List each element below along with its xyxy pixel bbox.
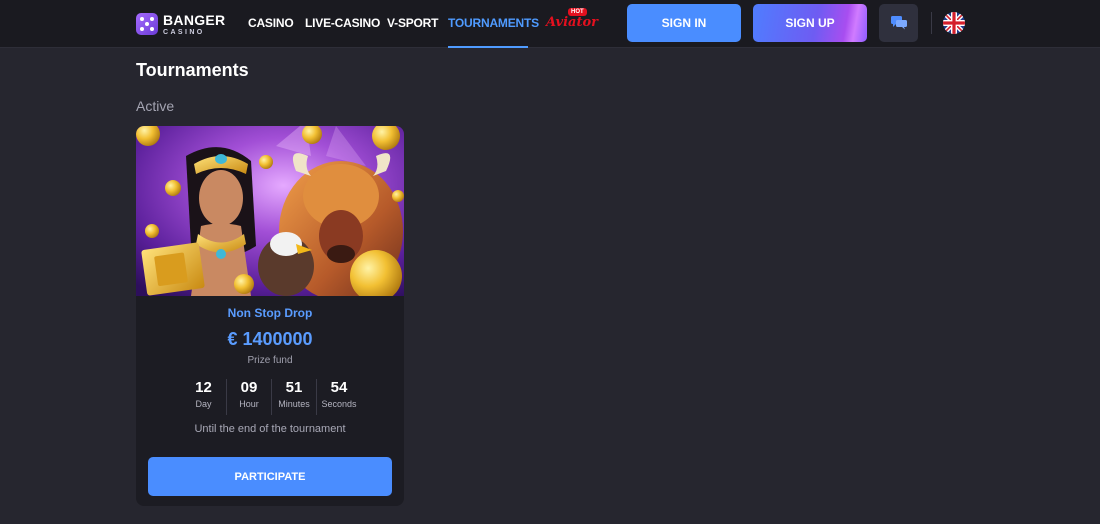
- timer-minutes-value: 51: [285, 379, 303, 396]
- brand-logo[interactable]: BANGER CASINO: [136, 12, 225, 36]
- header-divider: [931, 12, 932, 34]
- participate-button[interactable]: PARTICIPATE: [148, 457, 392, 496]
- timer-days-value: 12: [195, 379, 212, 396]
- timer-days: 12 Day: [181, 379, 226, 415]
- timer-seconds-value: 54: [330, 379, 348, 396]
- timer-hours: 09 Hour: [226, 379, 271, 415]
- timer-seconds: 54 Seconds: [316, 379, 361, 415]
- dice-icon: [136, 13, 158, 35]
- nav-tournaments[interactable]: TOURNAMENTS: [448, 16, 539, 30]
- brand-sub: CASINO: [163, 28, 205, 36]
- uk-flag-icon: [943, 12, 965, 34]
- nav-live-casino[interactable]: LIVE-CASINO: [305, 16, 380, 30]
- tournament-card: Non Stop Drop € 1400000 Prize fund 12 Da…: [136, 126, 404, 506]
- hot-badge: HOT: [568, 8, 587, 16]
- language-selector[interactable]: [943, 12, 965, 34]
- chat-icon: [890, 16, 907, 30]
- sign-up-button[interactable]: SIGN UP: [753, 4, 867, 42]
- prize-fund-label: Prize fund: [247, 355, 293, 366]
- timer-minutes: 51 Minutes: [271, 379, 316, 415]
- countdown-timer: 12 Day 09 Hour 51 Minutes 54 Seconds: [181, 379, 361, 415]
- active-nav-indicator: [448, 46, 528, 48]
- brand-name: BANGER: [163, 11, 226, 28]
- timer-days-label: Day: [195, 399, 212, 409]
- nav-v-sport[interactable]: V-SPORT: [387, 16, 438, 30]
- section-active-label: Active: [136, 98, 175, 114]
- timer-hours-label: Hour: [239, 399, 259, 409]
- page-title: Tournaments: [136, 60, 249, 80]
- nav-aviator[interactable]: Aviator HOT: [546, 8, 598, 34]
- aviator-logo: Aviator: [546, 15, 598, 30]
- until-end-label: Until the end of the tournament: [194, 423, 346, 435]
- timer-seconds-label: Seconds: [321, 399, 357, 409]
- top-header: BANGER CASINO CASINO LIVE-CASINO V-SPORT…: [0, 0, 1100, 48]
- timer-minutes-label: Minutes: [278, 399, 310, 409]
- tournament-banner-image[interactable]: [136, 126, 404, 302]
- prize-amount: € 1400000: [227, 329, 313, 349]
- tournament-name[interactable]: Non Stop Drop: [136, 306, 404, 320]
- nav-casino[interactable]: CASINO: [248, 16, 294, 30]
- chat-button[interactable]: [879, 4, 918, 42]
- timer-hours-value: 09: [240, 379, 258, 396]
- sign-in-button[interactable]: SIGN IN: [627, 4, 741, 42]
